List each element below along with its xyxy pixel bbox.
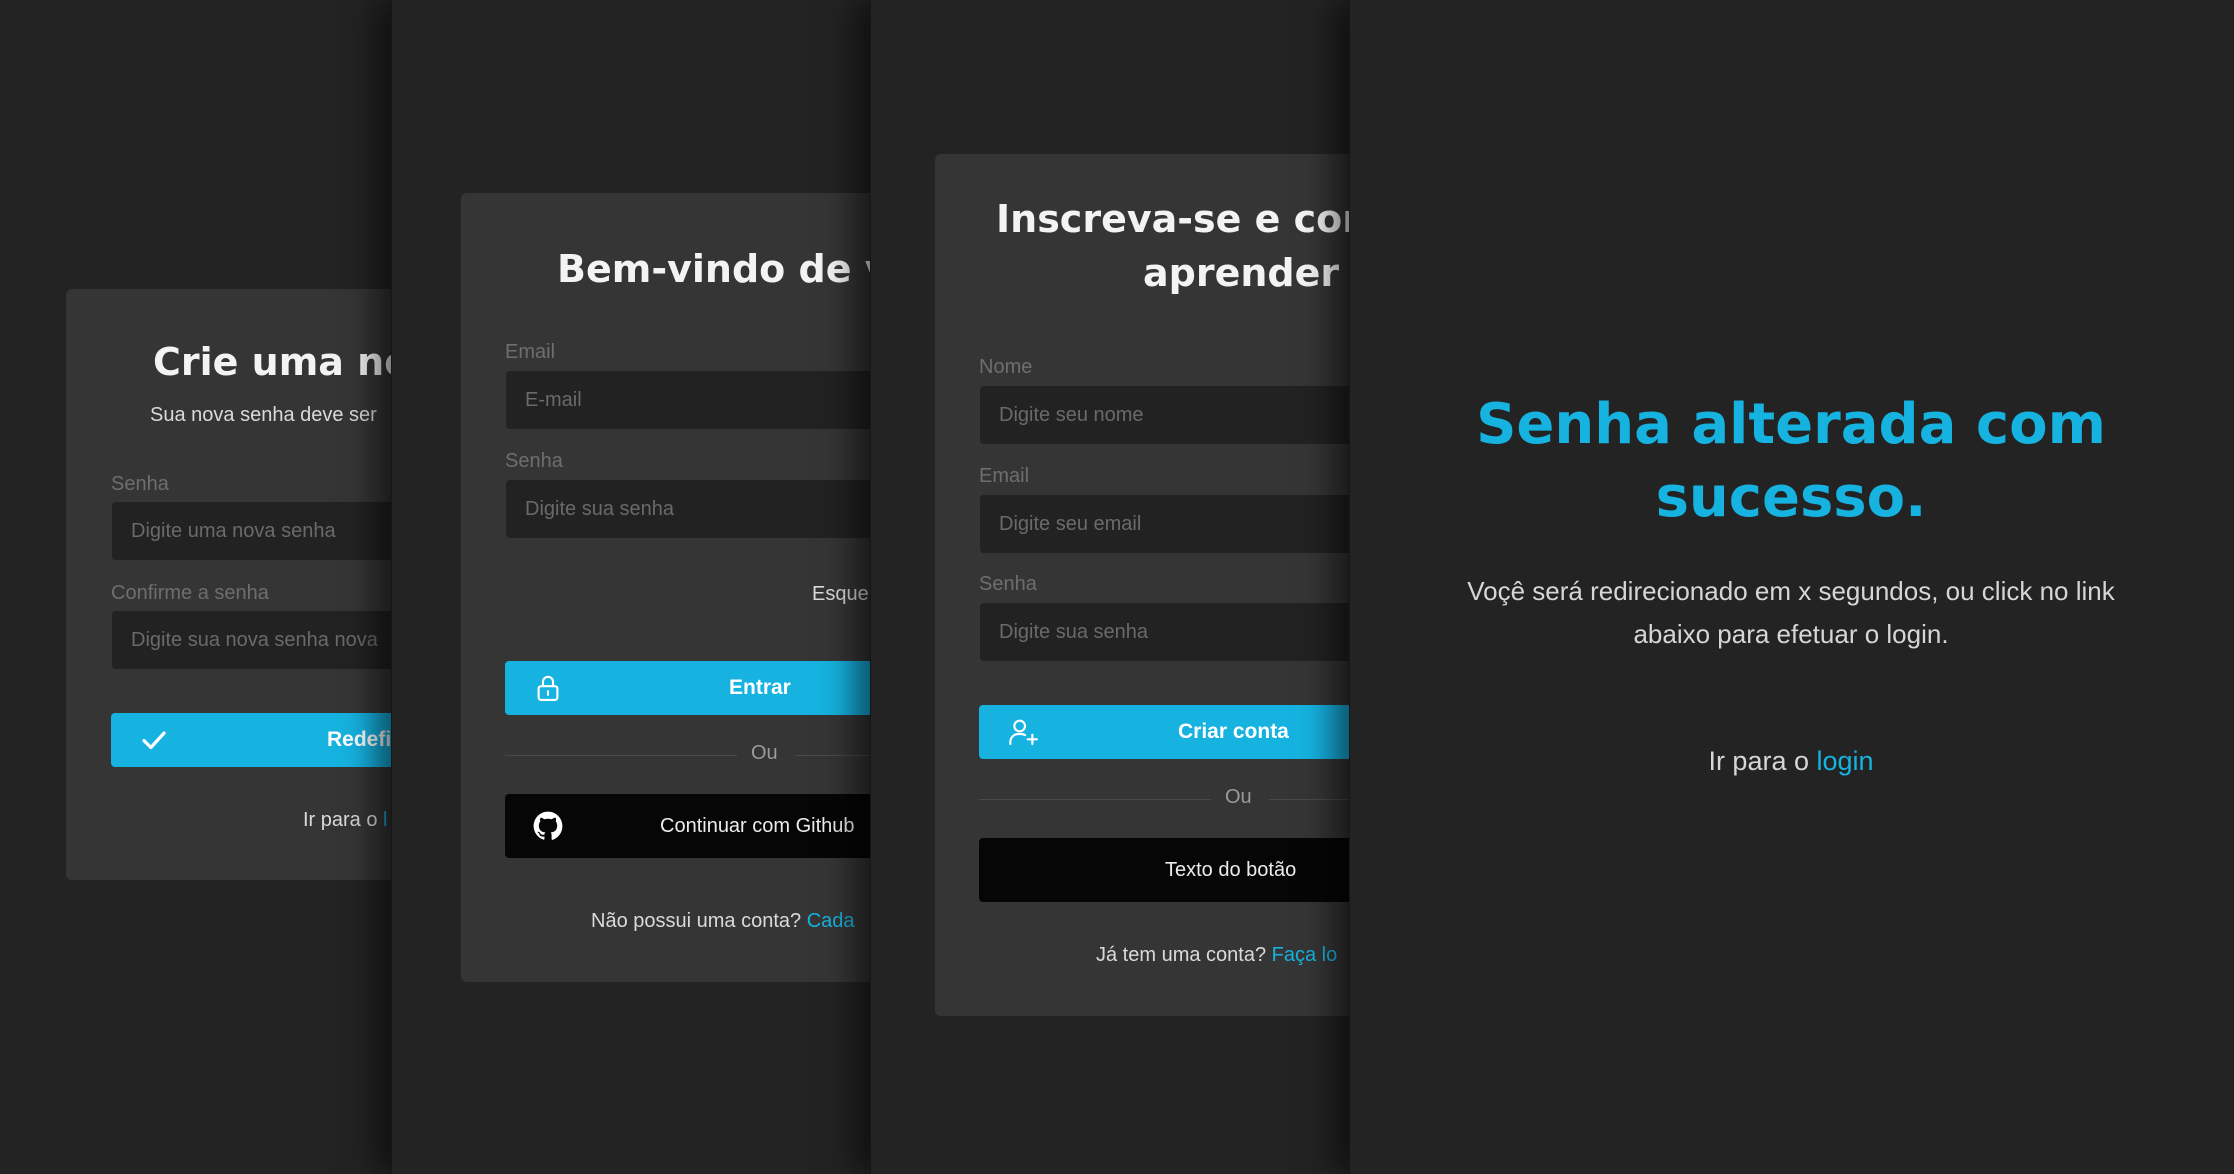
success-message: Voçê será redirecionado em x segundos, o… xyxy=(1467,576,2115,649)
reset-password-subtitle: Sua nova senha deve ser xyxy=(150,404,377,426)
email-label: Email xyxy=(979,465,1030,487)
divider-line-left xyxy=(505,755,737,756)
divider-line-right xyxy=(1269,799,1351,800)
reset-button[interactable]: Redefinir xyxy=(111,713,392,767)
github-button[interactable]: Continuar com Github xyxy=(505,794,872,858)
reset-password-screen: Crie uma no Sua nova senha deve ser Senh… xyxy=(0,0,392,1174)
login-title: Bem-vindo de v xyxy=(557,247,872,291)
login-card: Bem-vindo de v Email Senha Esque Entrar … xyxy=(461,193,872,982)
password-label: Senha xyxy=(979,573,1037,595)
password-input[interactable] xyxy=(506,480,872,538)
or-divider: Ou xyxy=(979,784,1351,814)
email-input[interactable] xyxy=(506,371,872,429)
or-divider: Ou xyxy=(505,740,872,770)
divider-line-left xyxy=(979,799,1211,800)
login-footer-text: Não possui uma conta? xyxy=(591,910,807,932)
reset-footer: Ir para o l xyxy=(303,809,388,832)
signup-title-line2: aprender xyxy=(1143,251,1340,295)
reset-button-label: Redefinir xyxy=(327,728,392,751)
login-link[interactable]: Faça lo xyxy=(1272,944,1338,966)
signup-footer-text: Já tem uma conta? xyxy=(1096,944,1272,966)
password-label: Senha xyxy=(505,450,563,472)
reset-password-card: Crie uma no Sua nova senha deve ser Senh… xyxy=(66,289,392,880)
check-icon xyxy=(139,725,169,755)
name-label: Nome xyxy=(979,356,1033,378)
login-button[interactable]: Entrar xyxy=(505,661,872,715)
create-account-button[interactable]: Criar conta xyxy=(979,705,1351,759)
user-plus-icon xyxy=(1007,716,1039,748)
secondary-button-label: Texto do botão xyxy=(1165,858,1297,881)
new-password-input[interactable] xyxy=(112,502,392,560)
password-label: Senha xyxy=(111,473,169,495)
forgot-password-link[interactable]: Esque xyxy=(812,583,869,606)
signup-link[interactable]: Cada xyxy=(807,910,855,932)
login-screen: Bem-vindo de v Email Senha Esque Entrar … xyxy=(391,0,872,1174)
github-icon xyxy=(533,811,563,841)
success-login-link[interactable]: login xyxy=(1817,746,1874,776)
name-input[interactable] xyxy=(980,386,1351,444)
login-footer: Não possui uma conta? Cada xyxy=(591,910,855,933)
email-input[interactable] xyxy=(980,495,1351,553)
confirm-password-label: Confirme a senha xyxy=(111,582,269,604)
success-footer-text: Ir para o xyxy=(1708,746,1817,776)
success-footer: Ir para o login xyxy=(1350,746,2232,777)
confirm-password-input[interactable] xyxy=(112,611,392,669)
reset-footer-text: Ir para o xyxy=(303,809,384,831)
divider-text: Ou xyxy=(1225,786,1252,808)
email-label: Email xyxy=(505,341,556,363)
signup-footer: Já tem uma conta? Faça lo xyxy=(1096,944,1337,967)
lock-icon xyxy=(533,673,563,703)
reset-login-link[interactable]: l xyxy=(383,809,387,831)
signup-title-line1: Inscreva-se e cor xyxy=(996,197,1351,241)
signup-screen: Inscreva-se e cor aprender Nome Email Se… xyxy=(870,0,1351,1174)
divider-text: Ou xyxy=(751,742,778,764)
create-account-label: Criar conta xyxy=(1178,720,1289,743)
secondary-button[interactable]: Texto do botão xyxy=(979,838,1351,902)
signup-card: Inscreva-se e cor aprender Nome Email Se… xyxy=(935,154,1351,1016)
login-button-label: Entrar xyxy=(729,676,791,699)
password-changed-screen: Senha alterada com sucesso. Voçê será re… xyxy=(1349,0,2234,1174)
divider-line-right xyxy=(795,755,872,756)
password-input[interactable] xyxy=(980,603,1351,661)
success-title: Senha alterada com sucesso. xyxy=(1476,392,2106,530)
github-button-label: Continuar com Github xyxy=(660,814,855,837)
reset-password-title: Crie uma no xyxy=(153,340,392,384)
